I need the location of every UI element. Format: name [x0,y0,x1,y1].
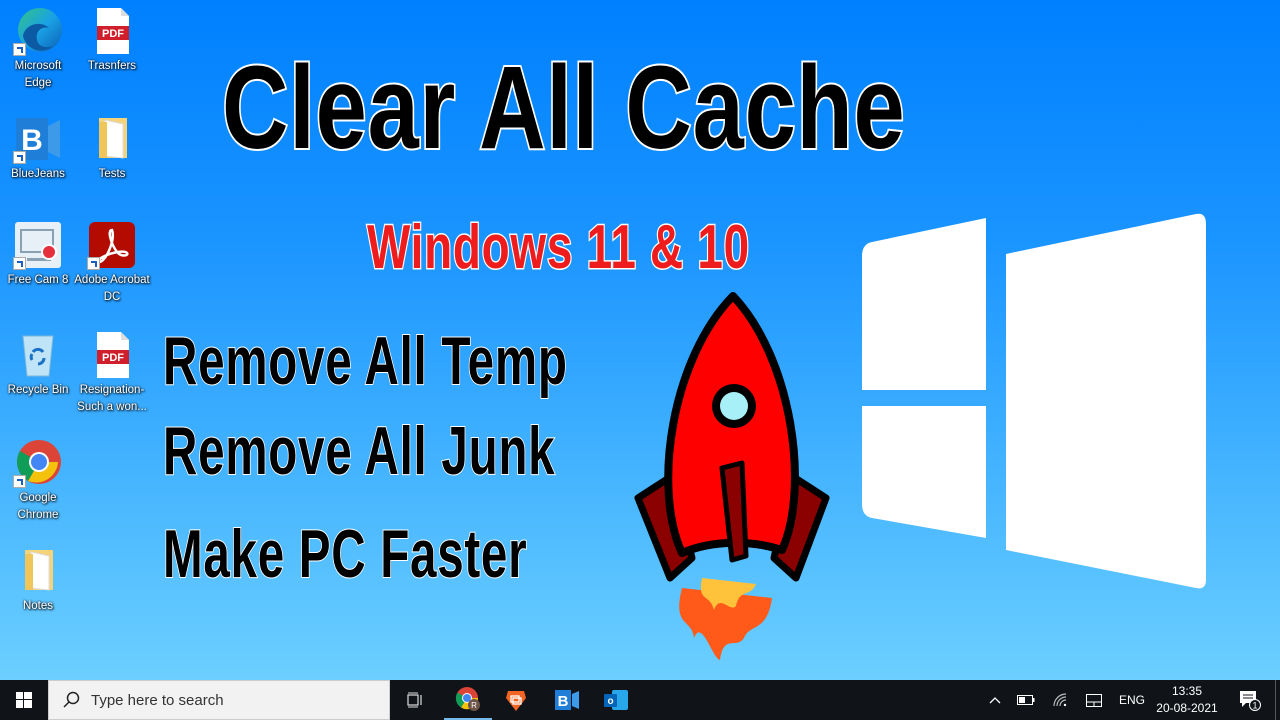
desktop-icon-notes[interactable]: Notes [0,546,76,615]
edge-icon [13,6,63,56]
shortcut-arrow-icon [13,475,26,488]
show-desktop-button[interactable] [1275,680,1276,720]
brave-icon [506,691,526,711]
icon-label: Resignation- Such a won... [77,384,147,413]
taskbar-app-bluejeans[interactable]: B [543,680,591,720]
task-view-icon [407,692,422,708]
chevron-up-icon [989,697,1001,704]
icon-label: BlueJeans [11,168,65,180]
wifi-icon [1053,693,1067,707]
headline-line-remove-temp: Remove All Temp [162,322,568,400]
icon-label: Notes [22,600,54,612]
clock-time: 13:35 [1171,684,1203,698]
headline-line-make-faster: Make PC Faster [162,515,528,593]
windows-start-icon [16,692,32,708]
pdf-file-icon: PDF [87,6,137,56]
chrome-icon: R [455,687,480,711]
desktop-icon-free-cam[interactable]: Free Cam 8 [0,220,76,289]
icon-label: Recycle Bin [7,384,69,396]
taskbar-app-brave[interactable] [492,680,540,720]
svg-text:PDF: PDF [102,28,124,40]
windows-logo-icon [862,213,1206,589]
acrobat-icon [87,220,137,270]
notification-icon: 1 [1240,691,1261,711]
pdf-file-icon: PDF [87,330,137,380]
headline-line-remove-junk: Remove All Junk [162,412,556,490]
desktop-icon-tests[interactable]: Tests [74,114,150,183]
icon-label: Tests [98,168,126,180]
taskbar-app-chrome[interactable]: R [444,680,492,720]
desktop-icon-recycle-bin[interactable]: Recycle Bin [0,330,76,399]
battery-button[interactable] [1014,680,1038,720]
desktop-icon-adobe-acrobat[interactable]: Adobe Acrobat DC [74,220,150,306]
shortcut-arrow-icon [13,151,26,164]
svg-text:1: 1 [1252,701,1257,711]
bluejeans-icon: B [13,114,63,164]
taskbar-search-box[interactable]: Type here to search [48,680,390,720]
shortcut-arrow-icon [13,43,26,56]
shortcut-arrow-icon [13,257,26,270]
desktop-icon-google-chrome[interactable]: Google Chrome [0,438,76,524]
touchpad-button[interactable] [1082,680,1106,720]
desktop-icon-trasnfers[interactable]: PDF Trasnfers [74,6,150,75]
headline-subtitle: Windows 11 & 10 [366,212,750,284]
clock-button[interactable]: 13:35 20-08-2021 [1148,680,1226,720]
headline-title: Clear All Cache [220,40,906,176]
recycle-bin-icon [13,330,63,380]
freecam-icon [13,220,63,270]
shortcut-arrow-icon [87,257,100,270]
start-button[interactable] [0,680,48,720]
icon-label: Trasnfers [87,60,137,72]
battery-icon [1017,695,1035,705]
input-language-button[interactable]: ENG [1114,680,1150,720]
bluejeans-icon: B [555,690,579,710]
folder-icon [13,546,63,596]
icon-label: Free Cam 8 [7,274,69,286]
touchpad-icon [1086,693,1102,707]
svg-text:o: o [607,696,613,707]
outlook-icon: o [604,690,628,710]
taskbar-app-outlook[interactable]: o [592,680,640,720]
icon-label: Adobe Acrobat DC [74,274,150,303]
icon-label: Microsoft Edge [14,60,62,89]
svg-text:PDF: PDF [102,352,124,364]
desktop-icon-resignation[interactable]: PDF Resignation- Such a won... [74,330,150,416]
search-icon [63,691,80,708]
desktop: Microsoft Edge B BlueJeans Free Cam 8 Re… [0,0,1280,680]
svg-text:R: R [471,701,477,710]
rocket-window [720,392,748,420]
rocket-icon [634,292,830,660]
clock-date: 20-08-2021 [1156,701,1218,715]
action-center-button[interactable]: 1 [1232,680,1268,720]
icon-label: Google Chrome [17,492,59,521]
taskbar: Type here to search R B o ENG 13:35 20-0… [0,680,1280,720]
search-placeholder: Type here to search [91,691,224,709]
chrome-icon [13,438,63,488]
desktop-icon-microsoft-edge[interactable]: Microsoft Edge [0,6,76,92]
folder-icon [87,114,137,164]
network-button[interactable] [1048,680,1072,720]
desktop-icon-bluejeans[interactable]: B BlueJeans [0,114,76,183]
svg-text:B: B [558,693,569,710]
show-hidden-icons-button[interactable] [984,680,1006,720]
task-view-button[interactable] [392,680,440,720]
